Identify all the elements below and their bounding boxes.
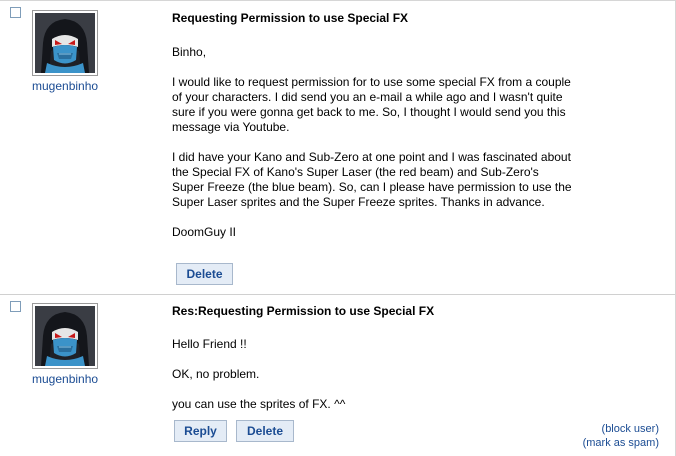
inbox-message-list: mugenbinho Requesting Permission to use …	[0, 0, 676, 456]
message-subject: Res:Requesting Permission to use Special…	[172, 304, 435, 318]
delete-button[interactable]: Delete	[236, 420, 294, 442]
sender-username[interactable]: mugenbinho	[32, 79, 98, 93]
message-item: mugenbinho Requesting Permission to use …	[0, 1, 675, 294]
select-checkbox[interactable]	[10, 7, 21, 18]
delete-button[interactable]: Delete	[176, 263, 233, 285]
ninja-avatar-icon	[35, 13, 95, 73]
block-user-row: (block user)	[601, 423, 659, 435]
message-paragraph: Binho,	[172, 45, 207, 59]
mark-as-spam-link[interactable]: mark as spam	[586, 437, 655, 449]
message-paragraph: OK, no problem.	[172, 367, 260, 381]
message-item: mugenbinho Res:Requesting Permission to …	[0, 294, 675, 456]
reply-button[interactable]: Reply	[174, 420, 227, 442]
message-paragraph: DoomGuy II	[172, 225, 237, 239]
avatar[interactable]	[32, 303, 98, 369]
message-paragraph: I did have your Kano and Sub-Zero at one…	[172, 150, 572, 209]
message-actions: (block user) (mark as spam)	[583, 422, 659, 450]
sender-username[interactable]: mugenbinho	[32, 372, 98, 386]
avatar[interactable]	[32, 10, 98, 76]
block-user-link[interactable]: block user	[605, 423, 655, 435]
message-paragraph: I would like to request permission for t…	[172, 75, 571, 134]
mark-spam-row: (mark as spam)	[582, 437, 659, 449]
select-checkbox[interactable]	[10, 301, 21, 312]
message-subject: Requesting Permission to use Special FX	[172, 11, 409, 25]
message-paragraph: Hello Friend !!	[172, 337, 247, 351]
message-body: Binho, I would like to request permissio…	[172, 45, 572, 255]
message-paragraph: you can use the sprites of FX. ^^	[172, 397, 346, 411]
message-body: Hello Friend !! OK, no problem. you can …	[172, 337, 572, 427]
ninja-avatar-icon	[35, 306, 95, 366]
